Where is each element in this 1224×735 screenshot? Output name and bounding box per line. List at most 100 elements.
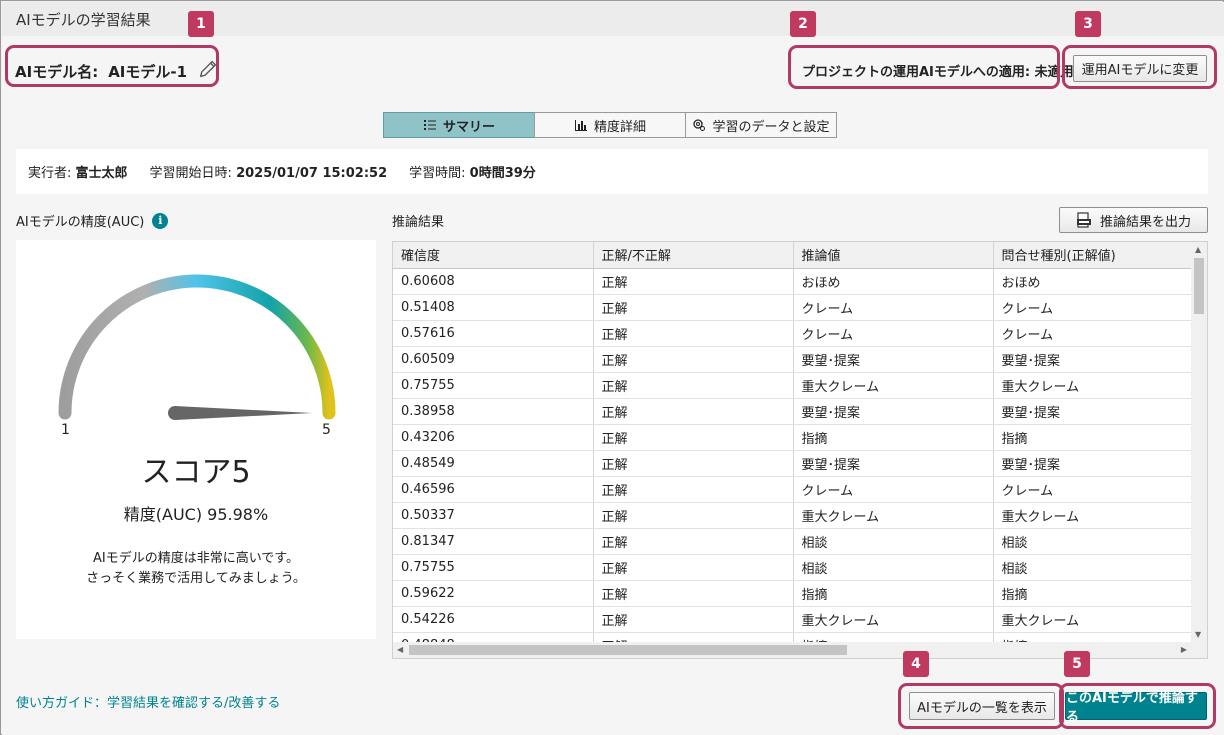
vertical-scrollbar[interactable]: ▲ ▼: [1191, 242, 1207, 642]
table-row[interactable]: 0.51408 正解 クレーム クレーム: [393, 294, 1194, 321]
cell-prediction: クレーム: [793, 294, 994, 321]
vertical-scroll-thumb[interactable]: [1194, 258, 1204, 314]
accuracy-section-label: AIモデルの精度(AUC): [16, 215, 145, 230]
cell-inquiry-type: 相談: [993, 528, 1194, 555]
training-start: 学習開始日時: 2025/01/07 15:02:52: [150, 162, 388, 181]
cell-prediction: 重大クレーム: [793, 606, 994, 633]
accuracy-gauge-panel: 1 5 スコア5 精度(AUC) 95.98% AIモデルの精度は非常に高いです…: [16, 240, 376, 639]
callout-badge-4: 4: [903, 651, 929, 677]
horizontal-scroll-thumb[interactable]: [409, 645, 847, 655]
cell-confidence: 0.59622: [393, 580, 594, 607]
training-start-label: 学習開始日時:: [149, 166, 232, 181]
usage-guide-link[interactable]: 使い方ガイド：学習結果を確認する/改善する: [16, 692, 280, 711]
cell-inquiry-type: おほめ: [993, 268, 1194, 295]
column-header-confidence[interactable]: 確信度: [393, 242, 594, 269]
cell-correctness: 正解: [593, 606, 794, 633]
cell-correctness: 正解: [593, 580, 794, 607]
accuracy-message: AIモデルの精度は非常に高いです。 さっそく業務で活用してみましょう。: [16, 549, 376, 589]
callout-highlight-4: [898, 683, 1064, 729]
results-table-container[interactable]: 確信度 正解/不正解 推論値 問合せ種別(正解値) 0.60608 正解 おほめ おほ…: [392, 241, 1208, 659]
cell-prediction: 相談: [793, 554, 994, 581]
column-header-inquiry-type[interactable]: 問合せ種別(正解値): [993, 242, 1194, 269]
cell-correctness: 正解: [593, 268, 794, 295]
score-text: スコア5: [141, 455, 251, 490]
callout-badge-3: 3: [1075, 11, 1101, 37]
tab-summary[interactable]: サマリー: [383, 112, 535, 138]
training-duration: 学習時間: 0時間39分: [409, 162, 536, 181]
executor-label: 実行者:: [28, 166, 72, 181]
cell-prediction: 相談: [793, 528, 994, 555]
column-header-prediction[interactable]: 推論値: [793, 242, 994, 269]
cell-inquiry-type: 要望･提案: [993, 450, 1194, 477]
cell-correctness: 正解: [593, 372, 794, 399]
gauge-svg: [58, 274, 336, 420]
scroll-down-arrow[interactable]: ▼: [1195, 630, 1201, 639]
table-row[interactable]: 0.43206 正解 指摘 指摘: [393, 424, 1194, 451]
cell-correctness: 正解: [593, 450, 794, 477]
table-row[interactable]: 0.38958 正解 要望･提案 要望･提案: [393, 398, 1194, 425]
cell-inquiry-type: 重大クレーム: [993, 606, 1194, 633]
cell-correctness: 正解: [593, 476, 794, 503]
cell-inquiry-type: 相談: [993, 554, 1194, 581]
cell-prediction: 指摘: [793, 580, 994, 607]
export-results-label: 推論結果を出力: [1099, 214, 1191, 230]
table-row[interactable]: 0.54226 正解 重大クレーム 重大クレーム: [393, 606, 1194, 633]
gear-icon: [693, 119, 706, 131]
cell-prediction: おほめ: [793, 268, 994, 295]
cell-correctness: 正解: [593, 294, 794, 321]
scroll-up-arrow[interactable]: ▲: [1195, 245, 1201, 254]
tab-training-data-settings[interactable]: 学習のデータと設定: [685, 112, 837, 138]
gauge-max-label: 5: [322, 422, 331, 438]
cell-confidence: 0.81347: [393, 528, 594, 555]
csv-export-icon: [1076, 212, 1091, 228]
cell-prediction: 要望･提案: [793, 346, 994, 373]
training-start-value: 2025/01/07 15:02:52: [236, 166, 388, 181]
table-row[interactable]: 0.60608 正解 おほめ おほめ: [393, 268, 1194, 295]
accuracy-text: 精度(AUC) 95.98%: [123, 505, 269, 524]
cell-correctness: 正解: [593, 346, 794, 373]
cell-inquiry-type: クレーム: [993, 294, 1194, 321]
info-icon[interactable]: i: [152, 212, 169, 229]
cell-confidence: 0.60608: [393, 268, 594, 295]
cell-correctness: 正解: [593, 424, 794, 451]
table-row[interactable]: 0.81347 正解 相談 相談: [393, 528, 1194, 555]
callout-badge-2: 2: [790, 11, 816, 37]
scroll-right-arrow[interactable]: ▶: [1181, 645, 1187, 654]
cell-prediction: クレーム: [793, 320, 994, 347]
training-duration-label: 学習時間:: [409, 166, 466, 181]
table-row[interactable]: 0.75755 正解 相談 相談: [393, 554, 1194, 581]
table-row[interactable]: 0.60509 正解 要望･提案 要望･提案: [393, 346, 1194, 373]
cell-confidence: 0.38958: [393, 398, 594, 425]
cell-prediction: 要望･提案: [793, 398, 994, 425]
table-row[interactable]: 0.75755 正解 重大クレーム 重大クレーム: [393, 372, 1194, 399]
cell-confidence: 0.75755: [393, 554, 594, 581]
table-row[interactable]: 0.50337 正解 重大クレーム 重大クレーム: [393, 502, 1194, 529]
table-row[interactable]: 0.59622 正解 指摘 指摘: [393, 580, 1194, 607]
callout-highlight-3: [1062, 45, 1217, 89]
scroll-left-arrow[interactable]: ◀: [397, 645, 403, 654]
callout-badge-1: 1: [188, 11, 214, 37]
cell-confidence: 0.54226: [393, 606, 594, 633]
callout-badge-5: 5: [1064, 651, 1090, 677]
gauge-needle-hub: [168, 406, 182, 420]
cell-prediction: クレーム: [793, 476, 994, 503]
gauge-min-label: 1: [61, 422, 70, 438]
cell-confidence: 0.51408: [393, 294, 594, 321]
table-row[interactable]: 0.46596 正解 クレーム クレーム: [393, 476, 1194, 503]
tab-summary-label: サマリー: [442, 119, 495, 135]
table-row[interactable]: 0.57616 正解 クレーム クレーム: [393, 320, 1194, 347]
export-results-button[interactable]: 推論結果を出力: [1059, 207, 1208, 233]
executor-value: 富士太郎: [75, 166, 128, 181]
cell-confidence: 0.50337: [393, 502, 594, 529]
cell-confidence: 0.75755: [393, 372, 594, 399]
cell-inquiry-type: クレーム: [993, 320, 1194, 347]
cell-prediction: 重大クレーム: [793, 502, 994, 529]
training-duration-value: 0時間39分: [469, 166, 536, 181]
cell-inquiry-type: 重大クレーム: [993, 502, 1194, 529]
tab-accuracy-details[interactable]: 精度詳細: [534, 112, 686, 138]
cell-confidence: 0.48549: [393, 450, 594, 477]
table-row[interactable]: 0.48549 正解 要望･提案 要望･提案: [393, 450, 1194, 477]
column-header-correctness[interactable]: 正解/不正解: [593, 242, 794, 269]
callout-highlight-1: [5, 45, 219, 87]
cell-inquiry-type: 指摘: [993, 580, 1194, 607]
